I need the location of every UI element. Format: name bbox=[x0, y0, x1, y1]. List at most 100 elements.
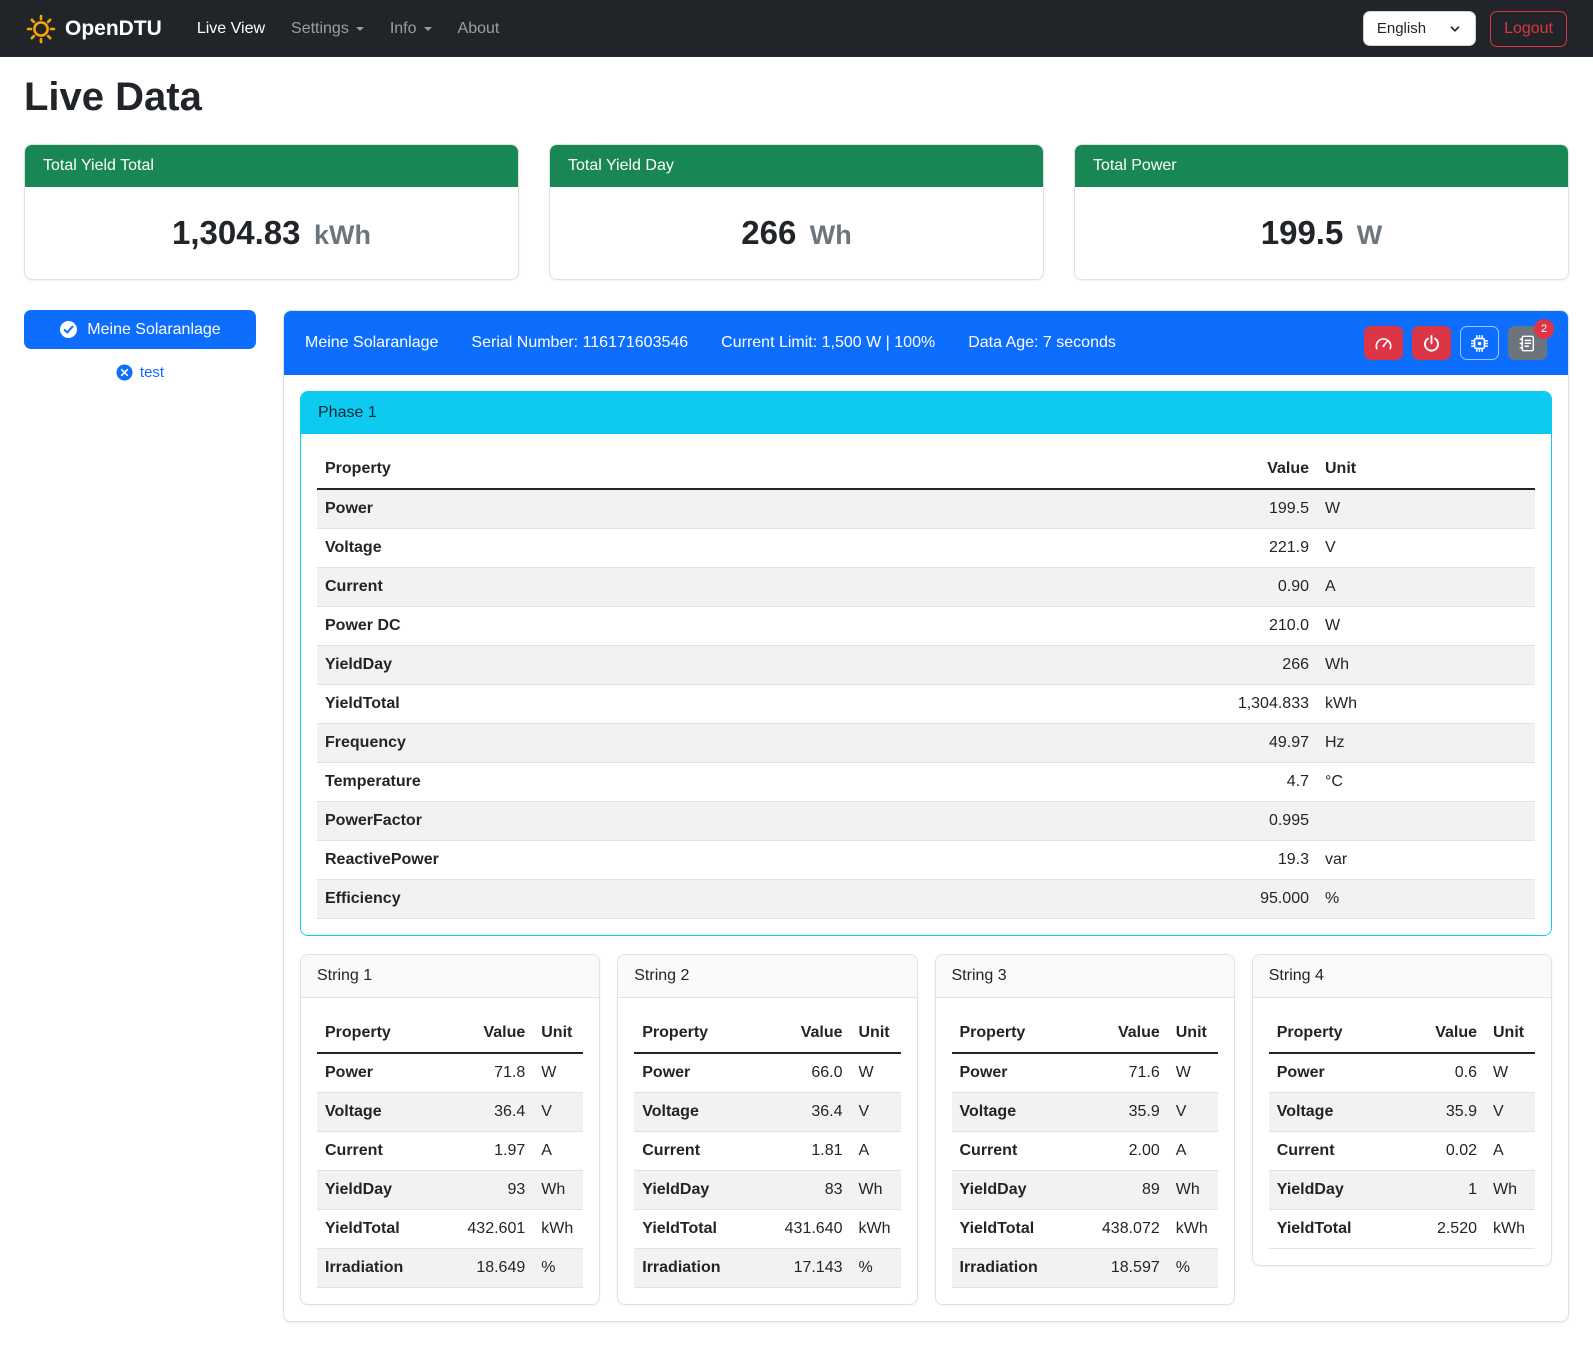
property-cell: Current bbox=[317, 568, 1167, 607]
value-cell: 266 bbox=[1167, 646, 1317, 685]
brand[interactable]: OpenDTU bbox=[26, 14, 162, 44]
string-title: String 1 bbox=[301, 955, 599, 998]
phase-title: Phase 1 bbox=[301, 392, 1551, 434]
unit-cell: W bbox=[1317, 607, 1535, 646]
value-cell: 1.81 bbox=[769, 1132, 851, 1171]
unit-cell: Wh bbox=[1168, 1171, 1218, 1210]
journal-icon bbox=[1518, 334, 1537, 353]
property-cell: YieldTotal bbox=[634, 1210, 768, 1249]
phase-body: Property Value Unit Power bbox=[301, 434, 1551, 935]
nav-live-view[interactable]: Live View bbox=[184, 12, 278, 46]
table-row: YieldTotal 432.601 kWh bbox=[317, 1210, 583, 1249]
device-info-button[interactable] bbox=[1460, 326, 1499, 360]
property-cell: YieldTotal bbox=[317, 1210, 451, 1249]
value-cell: 71.8 bbox=[451, 1053, 533, 1093]
value-cell: 2.520 bbox=[1403, 1210, 1485, 1249]
unit-cell: kWh bbox=[533, 1210, 583, 1249]
language-select-value: English bbox=[1377, 20, 1426, 37]
table-row: YieldDay 93 Wh bbox=[317, 1171, 583, 1210]
card-header: Total Power bbox=[1075, 145, 1568, 187]
card-unit: kWh bbox=[314, 220, 371, 250]
value-cell: 4.7 bbox=[1167, 763, 1317, 802]
column-header-value: Value bbox=[769, 1014, 851, 1053]
property-cell: YieldDay bbox=[634, 1171, 768, 1210]
string-4-card: String 4 Property Value Unit bbox=[1252, 954, 1552, 1266]
property-cell: Power bbox=[317, 1053, 451, 1093]
table-row: YieldTotal 1,304.833 kWh bbox=[317, 685, 1535, 724]
nav-settings-label: Settings bbox=[291, 20, 349, 38]
value-cell: 36.4 bbox=[769, 1093, 851, 1132]
language-select[interactable]: English bbox=[1363, 11, 1476, 46]
unit-cell: Wh bbox=[1485, 1171, 1535, 1210]
property-cell: Power bbox=[1269, 1053, 1403, 1093]
table-row: PowerFactor 0.995 bbox=[317, 802, 1535, 841]
brand-label: OpenDTU bbox=[65, 17, 162, 41]
unit-cell: % bbox=[1168, 1249, 1218, 1288]
event-log-button[interactable]: 2 bbox=[1508, 326, 1547, 360]
value-cell: 49.97 bbox=[1167, 724, 1317, 763]
event-count-badge: 2 bbox=[1534, 319, 1554, 339]
table-row: ReactivePower 19.3 var bbox=[317, 841, 1535, 880]
card-body: 1,304.83 kWh bbox=[25, 187, 518, 279]
table-row: Irradiation 18.597 % bbox=[952, 1249, 1218, 1288]
table-header-row: Property Value Unit bbox=[317, 1014, 583, 1053]
card-unit: Wh bbox=[810, 220, 852, 250]
value-cell: 17.143 bbox=[769, 1249, 851, 1288]
gauge-icon bbox=[1374, 334, 1393, 353]
limit-settings-button[interactable] bbox=[1364, 326, 1403, 360]
value-cell: 66.0 bbox=[769, 1053, 851, 1093]
table-row: Power 71.8 W bbox=[317, 1053, 583, 1093]
table-row: Power 71.6 W bbox=[952, 1053, 1218, 1093]
value-cell: 0.02 bbox=[1403, 1132, 1485, 1171]
column-header-property: Property bbox=[952, 1014, 1086, 1053]
chevron-down-icon bbox=[356, 27, 364, 31]
table-row: Current 1.81 A bbox=[634, 1132, 900, 1171]
power-icon bbox=[1422, 334, 1441, 353]
string-title: String 2 bbox=[618, 955, 916, 998]
phase-table: Property Value Unit Power bbox=[317, 450, 1535, 919]
table-row: Power 199.5 W bbox=[317, 489, 1535, 529]
total-yield-total-card: Total Yield Total 1,304.83 kWh bbox=[24, 144, 519, 280]
property-cell: Current bbox=[1269, 1132, 1403, 1171]
nav-info[interactable]: Info bbox=[377, 12, 445, 46]
unit-cell: A bbox=[1317, 568, 1535, 607]
check-circle-icon bbox=[59, 320, 78, 339]
value-cell: 93 bbox=[451, 1171, 533, 1210]
table-header-row: Property Value Unit bbox=[1269, 1014, 1535, 1053]
table-row: YieldDay 1 Wh bbox=[1269, 1171, 1535, 1210]
inverter-body: Phase 1 Property Value Unit bbox=[284, 375, 1568, 1321]
sidebar: Meine Solaranlage test bbox=[24, 310, 256, 381]
property-cell: Voltage bbox=[1269, 1093, 1403, 1132]
inverter-serial: Serial Number: 116171603546 bbox=[471, 334, 688, 352]
logout-button[interactable]: Logout bbox=[1490, 11, 1567, 47]
value-cell: 0.90 bbox=[1167, 568, 1317, 607]
table-row: Voltage 35.9 V bbox=[1269, 1093, 1535, 1132]
unit-cell bbox=[1317, 802, 1535, 841]
inverter-header: Meine Solaranlage Serial Number: 1161716… bbox=[284, 311, 1568, 375]
power-button[interactable] bbox=[1412, 326, 1451, 360]
value-cell: 1,304.833 bbox=[1167, 685, 1317, 724]
table-row: Irradiation 17.143 % bbox=[634, 1249, 900, 1288]
table-header-row: Property Value Unit bbox=[317, 450, 1535, 489]
unit-cell: Hz bbox=[1317, 724, 1535, 763]
property-cell: YieldTotal bbox=[952, 1210, 1086, 1249]
property-cell: YieldTotal bbox=[317, 685, 1167, 724]
table-row: Power 66.0 W bbox=[634, 1053, 900, 1093]
string-title: String 4 bbox=[1253, 955, 1551, 998]
value-cell: 89 bbox=[1086, 1171, 1168, 1210]
test-link[interactable]: test bbox=[24, 364, 256, 381]
column-header-property: Property bbox=[634, 1014, 768, 1053]
string-2-card: String 2 Property Value Unit bbox=[617, 954, 917, 1305]
x-circle-icon bbox=[116, 364, 133, 381]
nav-links: Live View Settings Info About bbox=[184, 12, 1363, 46]
table-header-row: Property Value Unit bbox=[634, 1014, 900, 1053]
inverter-select-button[interactable]: Meine Solaranlage bbox=[24, 310, 256, 349]
unit-cell: V bbox=[851, 1093, 901, 1132]
nav-about[interactable]: About bbox=[445, 12, 513, 46]
unit-cell: V bbox=[533, 1093, 583, 1132]
value-cell: 36.4 bbox=[451, 1093, 533, 1132]
property-cell: YieldDay bbox=[317, 646, 1167, 685]
unit-cell: kWh bbox=[1168, 1210, 1218, 1249]
unit-cell: % bbox=[533, 1249, 583, 1288]
nav-settings[interactable]: Settings bbox=[278, 12, 377, 46]
